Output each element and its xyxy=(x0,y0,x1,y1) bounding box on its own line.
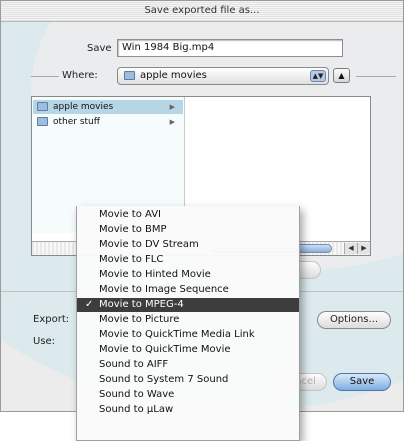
where-popup[interactable]: apple movies ▲▼ xyxy=(117,67,329,85)
menu-item-label: Sound to µLaw xyxy=(99,404,174,415)
expand-dialog-button[interactable]: ▲ xyxy=(333,68,350,83)
browser-item-other-stuff[interactable]: other stuff ▶ xyxy=(33,115,183,129)
menu-item-label: Movie to Image Sequence xyxy=(99,284,229,295)
folder-icon xyxy=(37,102,48,111)
dialog-title: Save exported file as... xyxy=(1,1,403,22)
menu-item-label: Movie to QuickTime Media Link xyxy=(99,329,255,340)
menu-item-movie-to-quicktime-media-link[interactable]: Movie to QuickTime Media Link xyxy=(77,328,299,342)
menu-item-sound-to-aiff[interactable]: Sound to AIFF xyxy=(77,358,299,372)
browser-item-label: other stuff xyxy=(53,117,100,127)
menu-item-movie-to-picture[interactable]: Movie to Picture xyxy=(77,313,299,327)
disclosure-arrow-icon: ▶ xyxy=(169,118,175,126)
where-label: Where: xyxy=(62,70,98,81)
menu-item-sound-to-wave[interactable]: Sound to Wave xyxy=(77,388,299,402)
scroll-left-arrow-icon[interactable]: ◀ xyxy=(344,243,357,254)
browser-item-label: apple movies xyxy=(53,102,114,112)
browser-item-apple-movies[interactable]: apple movies ▶ xyxy=(33,100,183,114)
disclosure-arrow-icon: ▶ xyxy=(169,103,175,111)
menu-item-label: Movie to AVI xyxy=(99,209,161,220)
menu-item-sound-to-system-7-sound[interactable]: Sound to System 7 Sound xyxy=(77,373,299,387)
menu-item-movie-to-flc[interactable]: Movie to FLC xyxy=(77,253,299,267)
menu-item-label: Sound to System 7 Sound xyxy=(99,374,229,385)
save-button[interactable]: Save xyxy=(333,373,391,391)
use-label: Use: xyxy=(33,336,56,347)
menu-item-movie-to-avi[interactable]: Movie to AVI xyxy=(77,208,299,222)
menu-item-label: Movie to DV Stream xyxy=(99,239,199,250)
menu-item-label: Sound to Wave xyxy=(99,389,175,400)
menu-item-movie-to-bmp[interactable]: Movie to BMP xyxy=(77,223,299,237)
menu-item-sound-to-ulaw[interactable]: Sound to µLaw xyxy=(77,403,299,417)
menu-item-label: Movie to QuickTime Movie xyxy=(99,344,231,355)
scroll-right-arrow-icon[interactable]: ▶ xyxy=(357,243,370,254)
menu-item-label: Movie to MPEG-4 xyxy=(99,299,184,310)
menu-item-label: Movie to BMP xyxy=(99,224,167,235)
options-button[interactable]: Options... xyxy=(317,311,391,329)
menu-item-movie-to-image-sequence[interactable]: Movie to Image Sequence xyxy=(77,283,299,297)
menu-item-label: Movie to FLC xyxy=(99,254,164,265)
export-format-menu[interactable]: Movie to AVI Movie to BMP Movie to DV St… xyxy=(76,206,300,441)
where-divider-left xyxy=(31,76,59,77)
menu-item-movie-to-dv-stream[interactable]: Movie to DV Stream xyxy=(77,238,299,252)
menu-item-movie-to-mpeg-4[interactable]: ✓ Movie to MPEG-4 xyxy=(77,298,299,312)
checkmark-icon: ✓ xyxy=(85,299,94,310)
filename-field[interactable]: Win 1984 Big.mp4 xyxy=(117,39,343,57)
menu-item-movie-to-quicktime-movie[interactable]: Movie to QuickTime Movie xyxy=(77,343,299,357)
menu-item-label: Movie to Hinted Movie xyxy=(99,269,211,280)
where-divider-right xyxy=(356,76,396,77)
menu-item-movie-to-hinted-movie[interactable]: Movie to Hinted Movie xyxy=(77,268,299,282)
menu-item-label: Sound to AIFF xyxy=(99,359,169,370)
where-value: apple movies xyxy=(140,70,207,81)
export-label: Export: xyxy=(33,314,70,325)
popup-arrows-icon: ▲▼ xyxy=(310,70,326,82)
folder-icon xyxy=(124,71,135,80)
menu-item-label: Movie to Picture xyxy=(99,314,180,325)
folder-icon xyxy=(37,117,48,126)
save-label: Save xyxy=(87,43,112,54)
